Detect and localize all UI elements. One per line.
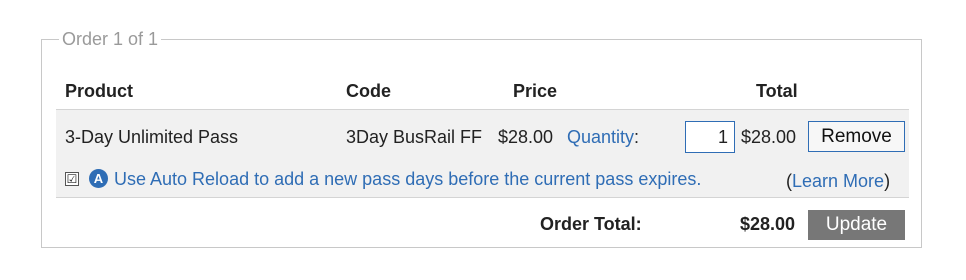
auto-reload-checkbox[interactable]: ☑: [65, 172, 79, 186]
learn-more-link[interactable]: Learn More: [792, 171, 884, 191]
item-product: 3-Day Unlimited Pass: [65, 127, 239, 147]
quantity-label-text: Quantity: [567, 127, 635, 147]
header-total: Total: [756, 81, 798, 101]
quantity-label-colon: :: [634, 127, 640, 147]
header-code: Code: [346, 81, 391, 101]
item-line-total: $28.00: [741, 127, 797, 147]
learn-more-wrapper: (Learn More): [786, 170, 890, 192]
update-button[interactable]: Update: [808, 210, 905, 240]
auto-reload-icon: A: [89, 169, 108, 188]
item-code: 3Day BusRail FF: [346, 127, 483, 147]
item-price: $28.00: [498, 127, 554, 147]
remove-button[interactable]: Remove: [808, 121, 905, 152]
order-total-label: Order Total:: [540, 214, 642, 234]
quantity-label: Quantity:: [567, 126, 639, 148]
quantity-input[interactable]: [685, 121, 735, 153]
order-legend: Order 1 of 1: [59, 28, 162, 50]
learn-more-paren-close: ): [884, 171, 891, 191]
auto-reload-link[interactable]: Use Auto Reload to add a new pass days b…: [114, 168, 701, 190]
order-total-value: $28.00: [740, 214, 796, 234]
header-product: Product: [65, 81, 134, 101]
header-price: Price: [513, 81, 558, 101]
